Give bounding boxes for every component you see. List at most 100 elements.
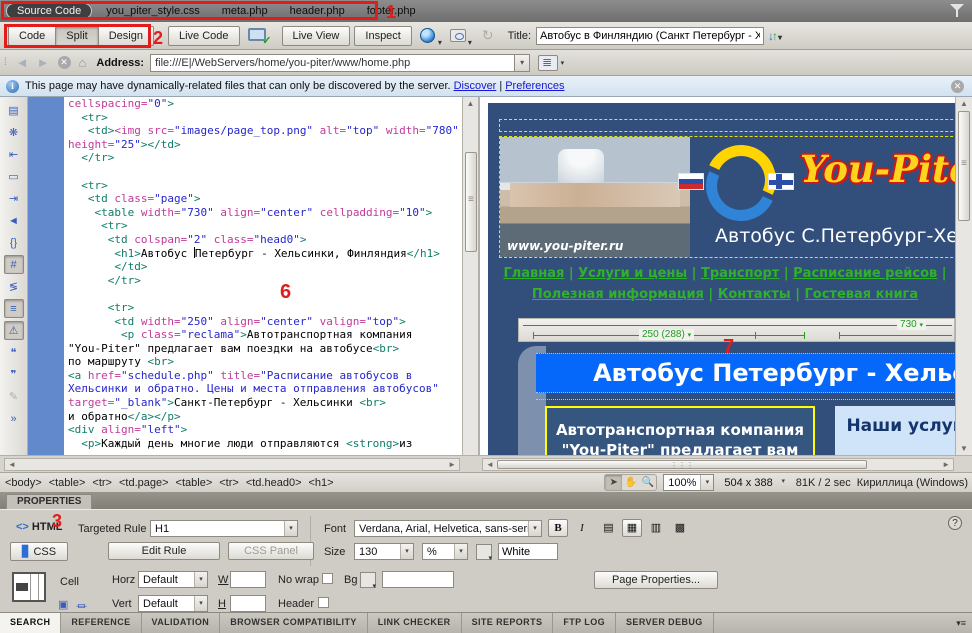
filter-related-files-icon[interactable] [950, 4, 964, 17]
window-size-select[interactable]: 504 x 388▾ [720, 474, 789, 491]
merge-cells-icon[interactable]: ▣ [58, 598, 68, 611]
edit-rule-button[interactable]: Edit Rule [108, 542, 220, 560]
code-line[interactable]: 29 <h1>Автобус Петербург - Хельсинки, Фи… [28, 247, 462, 261]
select-parent-tag-icon[interactable]: ◄ [4, 211, 24, 230]
address-input[interactable]: file:///E|/WebServers/home/you-piter/www… [150, 54, 530, 72]
site-nav-link[interactable]: Расписание рейсов [793, 266, 937, 281]
related-file-tab[interactable]: meta.php [222, 5, 268, 17]
stop-icon[interactable]: ✕ [58, 56, 71, 69]
select-tool-icon[interactable]: ➤ [605, 475, 622, 490]
align-left-button[interactable]: ▤ [598, 519, 618, 537]
page-heading-bar[interactable]: Автобус Петербург - Хельсинки, Финляндия [536, 353, 955, 393]
split-view-button[interactable]: Split [55, 26, 98, 46]
title-input[interactable] [536, 27, 764, 45]
services-cell[interactable]: Наши услуги [835, 406, 955, 455]
open-documents-icon[interactable]: ▤ [4, 101, 24, 120]
check-browser-compatibility-icon[interactable]: ▾ [450, 27, 472, 45]
bg-color-swatch[interactable] [360, 572, 376, 588]
italic-button[interactable]: I [572, 519, 592, 537]
help-icon[interactable]: ? [948, 516, 962, 530]
code-line[interactable]: 31 </tr> [28, 274, 462, 288]
tag-selector-item[interactable]: <tr> [92, 477, 112, 489]
html-mode-button[interactable]: <> HTML [16, 521, 62, 533]
code-editor[interactable]: cellspacing="0">20 <tr>21 <td><img src="… [28, 97, 462, 455]
code-line[interactable]: 22 </tr> [28, 151, 462, 165]
related-file-tab[interactable]: you_piter_style.css [106, 5, 200, 17]
code-line[interactable]: 28 <td colspan="2" class="head0"> [28, 233, 462, 247]
align-right-button[interactable]: ▥ [646, 519, 666, 537]
results-tab-browser-compatibility[interactable]: BROWSER COMPATIBILITY [220, 613, 368, 633]
page-properties-button[interactable]: Page Properties... [594, 571, 718, 589]
highlight-invalid-code-icon[interactable]: ≶ [4, 277, 24, 296]
line-numbers-icon[interactable]: # [4, 255, 24, 274]
site-nav-link[interactable]: Транспорт [701, 266, 779, 281]
related-file-tab[interactable]: footer.php [367, 5, 416, 17]
tag-selector-item[interactable]: <body> [5, 477, 42, 489]
design-view-button[interactable]: Design [98, 26, 154, 46]
preview-in-browser-icon[interactable]: ▾ [420, 27, 442, 45]
tag-selector-item[interactable]: <table> [176, 477, 213, 489]
panel-menu-icon[interactable]: ▾≡ [956, 618, 966, 629]
selected-reclama-cell[interactable]: Автотранспортная компания "You-Piter" пр… [545, 406, 815, 455]
live-code-button[interactable]: Live Code [168, 26, 240, 46]
design-horizontal-scrollbar[interactable]: ◄ ⋮⋮⋮ ► [482, 458, 954, 471]
address-dropdown-icon[interactable]: ▾ [514, 55, 529, 71]
code-line[interactable]: 34 <td width="250" align="center" valign… [28, 315, 462, 329]
font-select[interactable]: Verdana, Arial, Helvetica, sans-serif▾ [354, 520, 542, 537]
size-unit-select[interactable]: %▾ [422, 543, 468, 560]
table-width-label[interactable]: 730 ▾ [897, 319, 926, 330]
apply-comment-icon[interactable]: ❝ [4, 343, 24, 362]
code-line[interactable]: 35 <p class="reclama">Автотранспортная к… [28, 328, 462, 342]
back-icon[interactable]: ◄ [16, 55, 29, 70]
results-tab-site-reports[interactable]: SITE REPORTS [462, 613, 554, 633]
cell-height-input[interactable] [230, 595, 266, 612]
zoom-tool-icon[interactable]: 🔍 [639, 475, 656, 490]
tag-selector-item[interactable]: <tr> [219, 477, 239, 489]
code-line[interactable]: 39<div align="left"> [28, 423, 462, 437]
tag-selector-item[interactable]: <td.head0> [246, 477, 302, 489]
design-view[interactable]: www.you-piter.ru You-Piter Автобус С.Пет… [480, 97, 955, 455]
close-info-bar-icon[interactable]: ✕ [951, 80, 964, 93]
code-horizontal-scrollbar[interactable]: ◄ ► [4, 458, 460, 471]
inspect-button[interactable]: Inspect [354, 26, 411, 46]
bold-button[interactable]: B [548, 519, 568, 537]
code-line[interactable]: "You-Piter" предлагает вам поездки на ав… [28, 342, 462, 356]
site-nav-link[interactable]: Полезная информация [532, 287, 704, 302]
tag-selector-item[interactable]: <table> [49, 477, 86, 489]
text-color-input[interactable] [498, 543, 558, 560]
collapse-full-tag-icon[interactable]: ⇤ [4, 145, 24, 164]
css-mode-button[interactable]: ▊ CSS [10, 542, 68, 561]
header-checkbox[interactable] [318, 597, 329, 608]
code-line[interactable]: Хельсинки и обратно. Цены и места отправ… [28, 382, 462, 396]
syntax-error-alerts-icon[interactable]: ⚠ [4, 321, 24, 340]
code-line[interactable]: 40 <p>Каждый день многие люди отправляют… [28, 437, 462, 451]
check-page-icon[interactable]: ✓ [248, 27, 270, 45]
code-line[interactable]: 30 </td> [28, 260, 462, 274]
file-management-icon[interactable]: ↓↑▾ [768, 29, 780, 43]
code-line[interactable]: height="25"></td> [28, 138, 462, 152]
code-line[interactable]: 36по маршруту <br> [28, 355, 462, 369]
code-vertical-scrollbar[interactable]: ▲ [462, 97, 478, 455]
no-wrap-checkbox[interactable] [322, 573, 333, 584]
code-line[interactable]: cellspacing="0"> [28, 97, 462, 111]
tag-selector-item[interactable]: <h1> [309, 477, 334, 489]
design-vertical-scrollbar[interactable]: ▲ ▼ [955, 97, 972, 455]
code-view-button[interactable]: Code [8, 26, 56, 46]
related-file-tab[interactable]: header.php [290, 5, 345, 17]
balance-braces-icon[interactable]: {} [4, 233, 24, 252]
code-line[interactable]: 38и обратно</a></p> [28, 410, 462, 424]
properties-tab[interactable]: PROPERTIES [6, 494, 92, 509]
expand-all-icon[interactable]: ⇥ [4, 189, 24, 208]
cell-width-input[interactable] [230, 571, 266, 588]
tag-selector-item[interactable]: <td.page> [119, 477, 169, 489]
results-tab-link-checker[interactable]: LINK CHECKER [368, 613, 462, 633]
forward-icon[interactable]: ► [37, 55, 50, 70]
view-options-icon[interactable] [538, 55, 558, 71]
word-wrap-icon[interactable]: ≡ [4, 299, 24, 318]
bg-color-input[interactable] [382, 571, 454, 588]
results-tab-validation[interactable]: VALIDATION [142, 613, 221, 633]
site-nav-link[interactable]: Гостевая книга [805, 287, 919, 302]
live-view-button[interactable]: Live View [282, 26, 351, 46]
align-center-button[interactable]: ▦ [622, 519, 642, 537]
code-line[interactable]: 33 <tr> [28, 301, 462, 315]
